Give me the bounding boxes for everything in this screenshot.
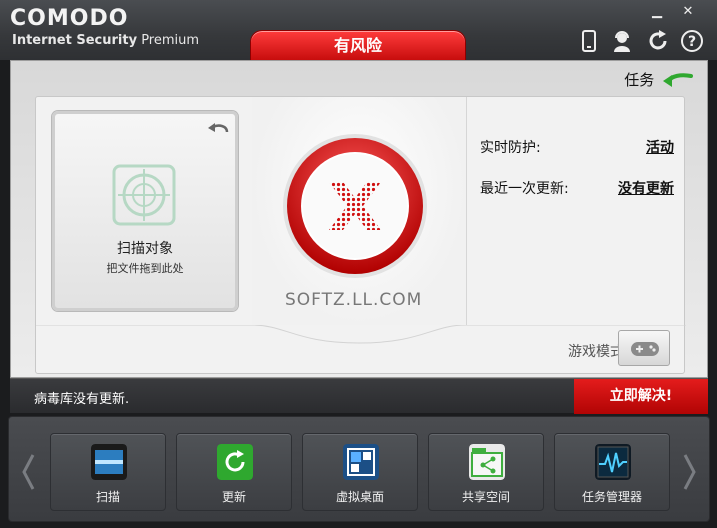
watermark: SOFTZ.LL.COM <box>285 290 423 310</box>
realtime-protection-row: 实时防护: 活动 <box>480 137 674 157</box>
tasks-button[interactable]: 任务 <box>624 69 693 90</box>
divider <box>466 97 467 325</box>
product-name-bold: Internet Security <box>12 33 138 48</box>
protection-info: 实时防护: 活动 最近一次更新: 没有更新 <box>480 137 674 219</box>
shared-space-icon <box>469 444 505 480</box>
support-icon[interactable] <box>610 29 634 53</box>
scan-card-subtitle: 把文件拖到此处 <box>106 262 184 275</box>
scan-target-icon <box>112 164 176 226</box>
risk-status-button[interactable] <box>281 132 429 280</box>
tile-task-manager-label: 任务管理器 <box>581 490 642 504</box>
status-message: 病毒库没有更新. <box>34 392 130 407</box>
title-bar: COMODO Internet Security Premium 有风险 ▁ ✕… <box>0 0 717 60</box>
security-status-tab[interactable]: 有风险 <box>250 30 466 60</box>
product-edition: Premium <box>141 33 200 48</box>
tile-scan[interactable]: 扫描 <box>50 433 166 511</box>
gamepad-icon <box>631 342 659 356</box>
tile-scan-label: 扫描 <box>95 490 120 504</box>
mobile-icon[interactable] <box>577 29 601 53</box>
game-mode-label: 游戏模式 <box>568 344 624 360</box>
tile-virtual-desktop[interactable]: 虚拟桌面 <box>302 433 418 511</box>
help-icon[interactable]: ? <box>680 29 704 53</box>
refresh-icon[interactable] <box>646 29 670 53</box>
green-arrow-icon <box>663 72 693 87</box>
status-bar: 病毒库没有更新. 立即解决! <box>10 378 708 414</box>
svg-text:?: ? <box>688 34 696 50</box>
tile-update-label: 更新 <box>221 490 246 504</box>
tile-update[interactable]: 更新 <box>176 433 292 511</box>
tile-shared-space-label: 共享空间 <box>461 490 510 504</box>
product-name: Internet Security Premium <box>12 33 199 48</box>
widget-bar: 扫描 更新 虚拟桌面 共享空间 任务管理器 <box>8 416 710 522</box>
last-update-link[interactable]: 没有更新 <box>618 178 674 198</box>
last-update-row: 最近一次更新: 没有更新 <box>480 178 674 198</box>
tasks-label: 任务 <box>624 71 655 89</box>
last-update-label: 最近一次更新: <box>480 181 569 197</box>
scan-card-title: 扫描对象 <box>117 241 173 257</box>
undo-icon[interactable] <box>207 122 229 134</box>
update-icon <box>217 444 253 480</box>
minimize-button[interactable]: ▁ <box>646 3 668 21</box>
main-panel: 任务 扫描对象 把文件拖到此处 实时防护: 活动 最近一次更新: 没有更新 SO… <box>10 60 708 378</box>
scan-icon <box>91 444 127 480</box>
tile-task-manager[interactable]: 任务管理器 <box>554 433 670 511</box>
task-manager-icon <box>595 444 631 480</box>
chevron-right-icon[interactable] <box>683 453 697 491</box>
fix-now-button[interactable]: 立即解决! <box>574 379 708 414</box>
scan-drop-target[interactable]: 扫描对象 把文件拖到此处 <box>52 111 238 311</box>
virtual-desktop-icon <box>343 444 379 480</box>
chevron-left-icon[interactable] <box>21 453 35 491</box>
game-mode-button[interactable] <box>618 330 670 366</box>
close-button[interactable]: ✕ <box>677 3 699 21</box>
tile-shared-space[interactable]: 共享空间 <box>428 433 544 511</box>
realtime-protection-label: 实时防护: <box>480 140 541 156</box>
dashboard: 扫描对象 把文件拖到此处 实时防护: 活动 最近一次更新: 没有更新 SOFTZ… <box>35 96 686 374</box>
tile-virtual-desktop-label: 虚拟桌面 <box>335 490 384 504</box>
brand-logo: COMODO <box>10 6 129 31</box>
realtime-protection-link[interactable]: 活动 <box>646 137 674 157</box>
